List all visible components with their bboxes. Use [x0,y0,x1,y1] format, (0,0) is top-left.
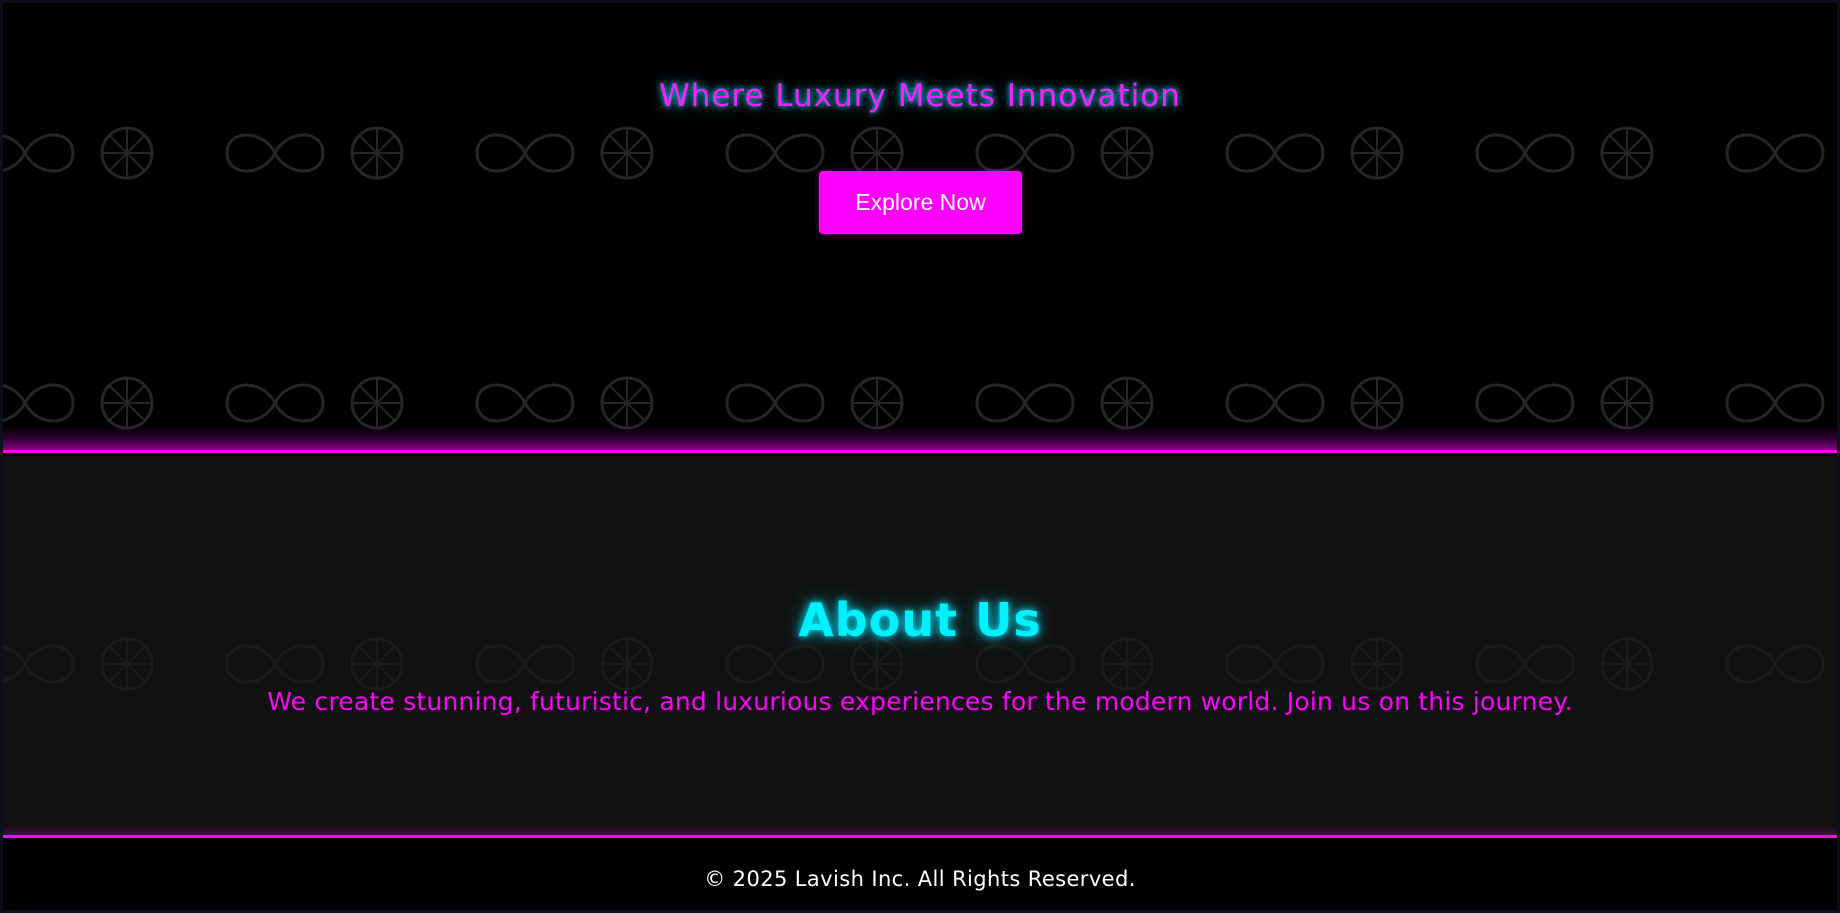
about-divider [3,835,1837,838]
infinity-icon [1475,133,1575,173]
infinity-icon [1225,644,1325,684]
infinity-icon [3,133,75,173]
hero-divider [3,450,1837,453]
infinity-icon [475,644,575,684]
about-title: About Us [798,593,1042,647]
wheel-icon [600,376,654,430]
infinity-icon [1725,383,1825,423]
wheel-icon [1350,126,1404,180]
infinity-icon [1225,383,1325,423]
wheel-icon [1600,376,1654,430]
wheel-icon [1600,126,1654,180]
wheel-icon [1100,126,1154,180]
infinity-icon [975,383,1075,423]
wheel-icon [1100,376,1154,430]
infinity-icon [225,133,325,173]
infinity-icon [3,383,75,423]
about-section: About Us We create stunning, futuristic,… [3,456,1837,838]
wheel-icon [600,126,654,180]
hero-tagline: Where Luxury Meets Innovation [659,78,1181,114]
wheel-icon [350,126,404,180]
infinity-icon [725,383,825,423]
about-description: We create stunning, futuristic, and luxu… [267,687,1573,716]
infinity-icon [475,383,575,423]
infinity-icon [225,644,325,684]
infinity-icon [475,133,575,173]
wheel-icon [350,376,404,430]
explore-now-button[interactable]: Explore Now [819,171,1022,234]
wheel-icon [850,376,904,430]
footer: © 2025 Lavish Inc. All Rights Reserved. [3,841,1837,910]
infinity-icon [725,644,825,684]
infinity-icon [975,644,1075,684]
wheel-icon [100,376,154,430]
decorative-pattern [3,376,1825,430]
infinity-icon [1475,383,1575,423]
infinity-icon [1725,644,1825,684]
infinity-icon [1725,133,1825,173]
infinity-icon [3,644,75,684]
hero-section: Where Luxury Meets Innovation Explore No… [3,3,1837,453]
hero-pattern-row-bottom [3,373,1837,433]
infinity-icon [975,133,1075,173]
infinity-icon [225,383,325,423]
infinity-icon [725,133,825,173]
infinity-icon [1225,133,1325,173]
infinity-icon [1475,644,1575,684]
wheel-icon [1350,376,1404,430]
footer-copyright: © 2025 Lavish Inc. All Rights Reserved. [704,867,1136,891]
wheel-icon [100,126,154,180]
